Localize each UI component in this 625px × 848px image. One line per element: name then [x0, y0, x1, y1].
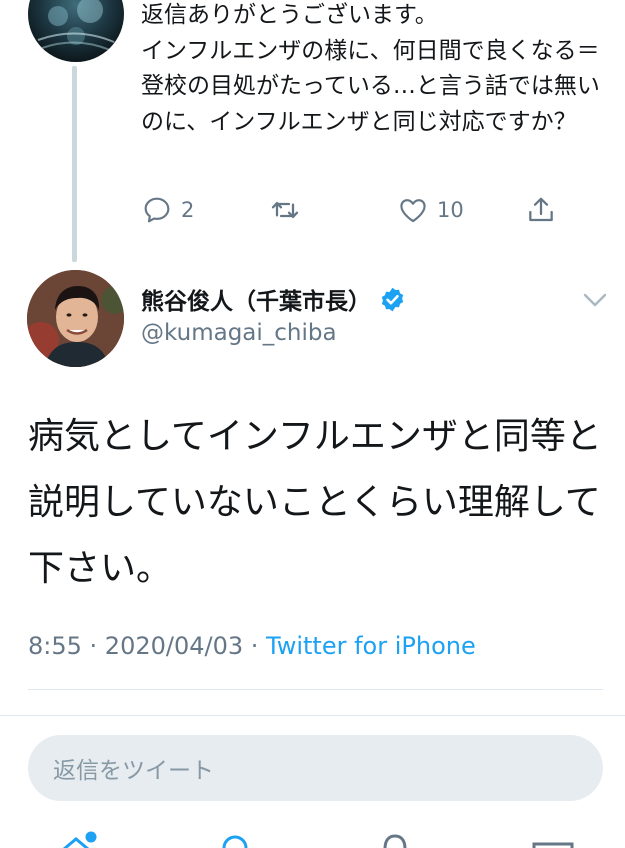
tweet-time: 8:55	[28, 632, 82, 660]
share-button[interactable]	[525, 190, 557, 230]
home-tab-icon[interactable]	[60, 828, 104, 848]
like-button[interactable]: 10	[397, 190, 464, 230]
parent-avatar[interactable]	[28, 0, 124, 62]
reply-composer-bar: 返信をツイート	[0, 715, 625, 848]
tweet-metadata: 8:55 · 2020/04/03 · Twitter for iPhone	[28, 632, 476, 660]
tweet-detail-screen: 返信ありがとうございます。 インフルエンザの様に、何日間で良くなる＝登校の目処が…	[0, 0, 625, 848]
author-avatar[interactable]	[27, 270, 124, 367]
like-count: 10	[437, 198, 464, 222]
reply-placeholder: 返信をツイート	[53, 758, 214, 784]
share-icon	[529, 197, 553, 222]
reply-button[interactable]: 2	[141, 190, 194, 230]
meta-separator: ·	[243, 632, 267, 660]
messages-tab-icon[interactable]	[530, 828, 576, 848]
divider	[28, 689, 603, 690]
meta-separator: ·	[81, 632, 105, 660]
notifications-tab-icon[interactable]	[378, 828, 412, 848]
reply-count: 2	[181, 198, 195, 222]
reply-input[interactable]: 返信をツイート	[28, 735, 603, 801]
author-name[interactable]: 熊谷俊人（千葉市長）	[141, 282, 371, 316]
heart-icon	[400, 199, 426, 223]
parent-tweet-text: 返信ありがとうございます。 インフルエンザの様に、何日間で良くなる＝登校の目処が…	[141, 2, 600, 135]
parent-tweet-actions: 2 10	[0, 190, 625, 230]
tweet-client-link[interactable]: Twitter for iPhone	[266, 632, 476, 660]
thread-connector-line	[72, 66, 77, 262]
author-avatar-image	[27, 270, 124, 367]
retweet-button[interactable]	[269, 190, 309, 230]
tweet-text: 病気としてインフルエンザと同等と説明していないことくらい理解して下さい。	[28, 416, 602, 589]
author-name-row[interactable]: 熊谷俊人（千葉市長）	[141, 282, 406, 316]
search-tab-icon[interactable]	[218, 828, 252, 848]
reply-icon	[144, 197, 170, 223]
chevron-down-icon[interactable]	[582, 290, 608, 310]
bottom-tab-bar	[0, 828, 625, 848]
verified-badge-icon	[381, 287, 404, 311]
tweet-date: 2020/04/03	[104, 632, 244, 660]
author-handle[interactable]: @kumagai_chiba	[141, 320, 337, 346]
retweet-icon	[271, 201, 299, 219]
parent-avatar-image	[37, 0, 115, 51]
